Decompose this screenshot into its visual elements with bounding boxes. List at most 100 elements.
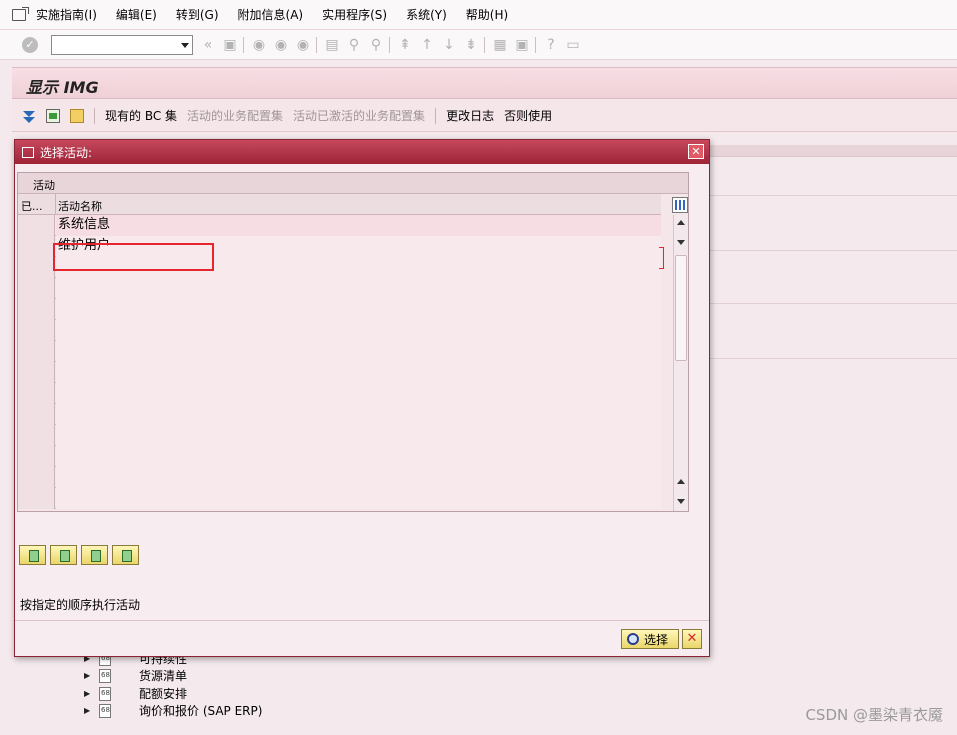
print-icon[interactable]: ▤ xyxy=(325,37,339,53)
move-up-button[interactable] xyxy=(50,545,77,565)
menu-item-help[interactable]: 帮助(H) xyxy=(466,6,508,23)
previous-page-icon[interactable]: ↑ xyxy=(420,37,434,53)
table-row[interactable] xyxy=(18,278,661,299)
bc-sets-button[interactable]: 现有的 BC 集 xyxy=(105,107,177,124)
tree-expand-icon[interactable]: ▶ xyxy=(84,706,96,715)
scroll-page-down-icon[interactable] xyxy=(677,240,685,245)
table-row[interactable] xyxy=(18,383,661,404)
exit-icon[interactable]: ◉ xyxy=(274,37,288,53)
tree-item[interactable]: ▶ 询价和报价 (SAP ERP) xyxy=(84,702,262,719)
shortcut-icon[interactable]: ▣ xyxy=(515,37,529,53)
row-done-cell[interactable] xyxy=(18,488,55,509)
window-menu-icon[interactable] xyxy=(12,6,29,21)
table-row[interactable]: 系统信息 xyxy=(18,215,661,236)
scroll-up-icon[interactable] xyxy=(677,220,685,225)
row-name-cell[interactable] xyxy=(56,488,661,509)
folder-icon[interactable] xyxy=(70,108,84,123)
table-row[interactable] xyxy=(18,488,661,509)
row-done-cell[interactable] xyxy=(18,257,55,278)
row-done-cell[interactable] xyxy=(18,278,55,299)
menu-item-utilities[interactable]: 实用程序(S) xyxy=(322,6,387,23)
scroll-thumb[interactable] xyxy=(675,255,687,361)
menu-item-extras[interactable]: 附加信息(A) xyxy=(238,6,304,23)
first-page-icon[interactable]: ⇞ xyxy=(398,37,412,53)
row-done-cell[interactable] xyxy=(18,215,55,236)
row-done-cell[interactable] xyxy=(18,467,55,488)
enter-check-icon[interactable]: ✓ xyxy=(22,36,38,53)
command-field[interactable] xyxy=(51,34,193,55)
table-row[interactable] xyxy=(18,446,661,467)
move-to-top-button[interactable] xyxy=(19,545,46,565)
menu-item-system[interactable]: 系统(Y) xyxy=(406,6,447,23)
menu-item-implementation-guide[interactable]: 实施指南(I) xyxy=(36,6,97,23)
row-name-cell[interactable] xyxy=(56,446,661,467)
row-done-cell[interactable] xyxy=(18,320,55,341)
column-header-done[interactable]: 已... xyxy=(21,198,43,214)
table-row[interactable] xyxy=(18,404,661,425)
row-done-cell[interactable] xyxy=(18,425,55,446)
menu-item-goto[interactable]: 转到(G) xyxy=(176,6,219,23)
new-session-icon[interactable]: ▦ xyxy=(493,37,507,53)
row-name-cell[interactable] xyxy=(56,341,661,362)
table-row[interactable] xyxy=(18,362,661,383)
scroll-down-icon[interactable] xyxy=(677,499,685,504)
back-icon[interactable]: ◉ xyxy=(252,37,266,53)
command-dropdown-icon[interactable] xyxy=(181,42,189,48)
layout-menu-icon[interactable]: ▭ xyxy=(566,37,580,53)
cancel-icon[interactable]: ◉ xyxy=(296,37,310,53)
tree-expand-icon[interactable]: ▶ xyxy=(84,671,96,680)
scroll-page-up-icon[interactable] xyxy=(677,479,685,484)
menu-item-edit[interactable]: 编辑(E) xyxy=(116,6,157,23)
find-icon[interactable]: ⚲ xyxy=(347,37,361,53)
tree-item[interactable]: ▶ 配额安排 xyxy=(84,685,187,702)
else-use-button[interactable]: 否则使用 xyxy=(504,107,552,124)
dialog-close-button[interactable]: ✕ xyxy=(688,144,704,159)
tree-expand-icon[interactable]: ▶ xyxy=(84,689,96,698)
toolbar-separator xyxy=(435,107,437,124)
select-button[interactable]: 选择 xyxy=(621,629,679,649)
move-to-bottom-button[interactable] xyxy=(112,545,139,565)
table-row[interactable] xyxy=(18,320,661,341)
row-name-cell[interactable] xyxy=(56,362,661,383)
next-page-icon[interactable]: ↓ xyxy=(442,37,456,53)
save-icon[interactable]: ▣ xyxy=(223,37,237,53)
row-name-cell[interactable] xyxy=(56,425,661,446)
row-done-cell[interactable] xyxy=(18,446,55,467)
collapse-icon[interactable]: « xyxy=(201,37,215,53)
expand-all-icon[interactable] xyxy=(22,109,36,123)
row-name-cell[interactable] xyxy=(56,299,661,320)
table-row[interactable] xyxy=(18,467,661,488)
table-row[interactable] xyxy=(18,425,661,446)
cancel-button[interactable]: ✕ xyxy=(682,629,702,649)
table-scrollbar[interactable] xyxy=(673,215,688,511)
command-input[interactable] xyxy=(52,35,174,54)
change-log-button[interactable]: 更改日志 xyxy=(446,107,494,124)
row-name-cell[interactable] xyxy=(56,278,661,299)
row-done-cell[interactable] xyxy=(18,299,55,320)
row-done-cell[interactable] xyxy=(18,383,55,404)
row-name-cell[interactable] xyxy=(56,467,661,488)
activated-bc-sets-button[interactable]: 活动已激活的业务配置集 xyxy=(293,107,425,124)
row-name-cell[interactable]: 系统信息 xyxy=(56,215,661,236)
row-name-cell[interactable] xyxy=(56,404,661,425)
row-done-cell[interactable] xyxy=(18,236,55,257)
dialog-title-bar[interactable]: 选择活动: ✕ xyxy=(15,140,709,164)
row-name-cell[interactable] xyxy=(56,320,661,341)
row-name-cell[interactable] xyxy=(56,383,661,404)
activity-bc-sets-button[interactable]: 活动的业务配置集 xyxy=(187,107,283,124)
tree-item[interactable]: ▶ 货源清单 xyxy=(84,667,187,684)
row-done-cell[interactable] xyxy=(18,362,55,383)
column-header-activity-name[interactable]: 活动名称 xyxy=(58,198,102,214)
display-document-icon[interactable] xyxy=(46,108,60,123)
last-page-icon[interactable]: ⇟ xyxy=(464,37,478,53)
move-down-button[interactable] xyxy=(81,545,108,565)
table-row[interactable] xyxy=(18,299,661,320)
table-row[interactable] xyxy=(18,341,661,362)
find-next-icon[interactable]: ⚲ xyxy=(369,37,383,53)
help-icon[interactable]: ? xyxy=(544,37,558,53)
menu-bar: 实施指南(I) 编辑(E) 转到(G) 附加信息(A) 实用程序(S) 系统(Y… xyxy=(0,0,957,30)
img-activity-icon xyxy=(99,686,111,701)
row-done-cell[interactable] xyxy=(18,341,55,362)
row-done-cell[interactable] xyxy=(18,404,55,425)
column-settings-icon[interactable] xyxy=(672,197,688,213)
